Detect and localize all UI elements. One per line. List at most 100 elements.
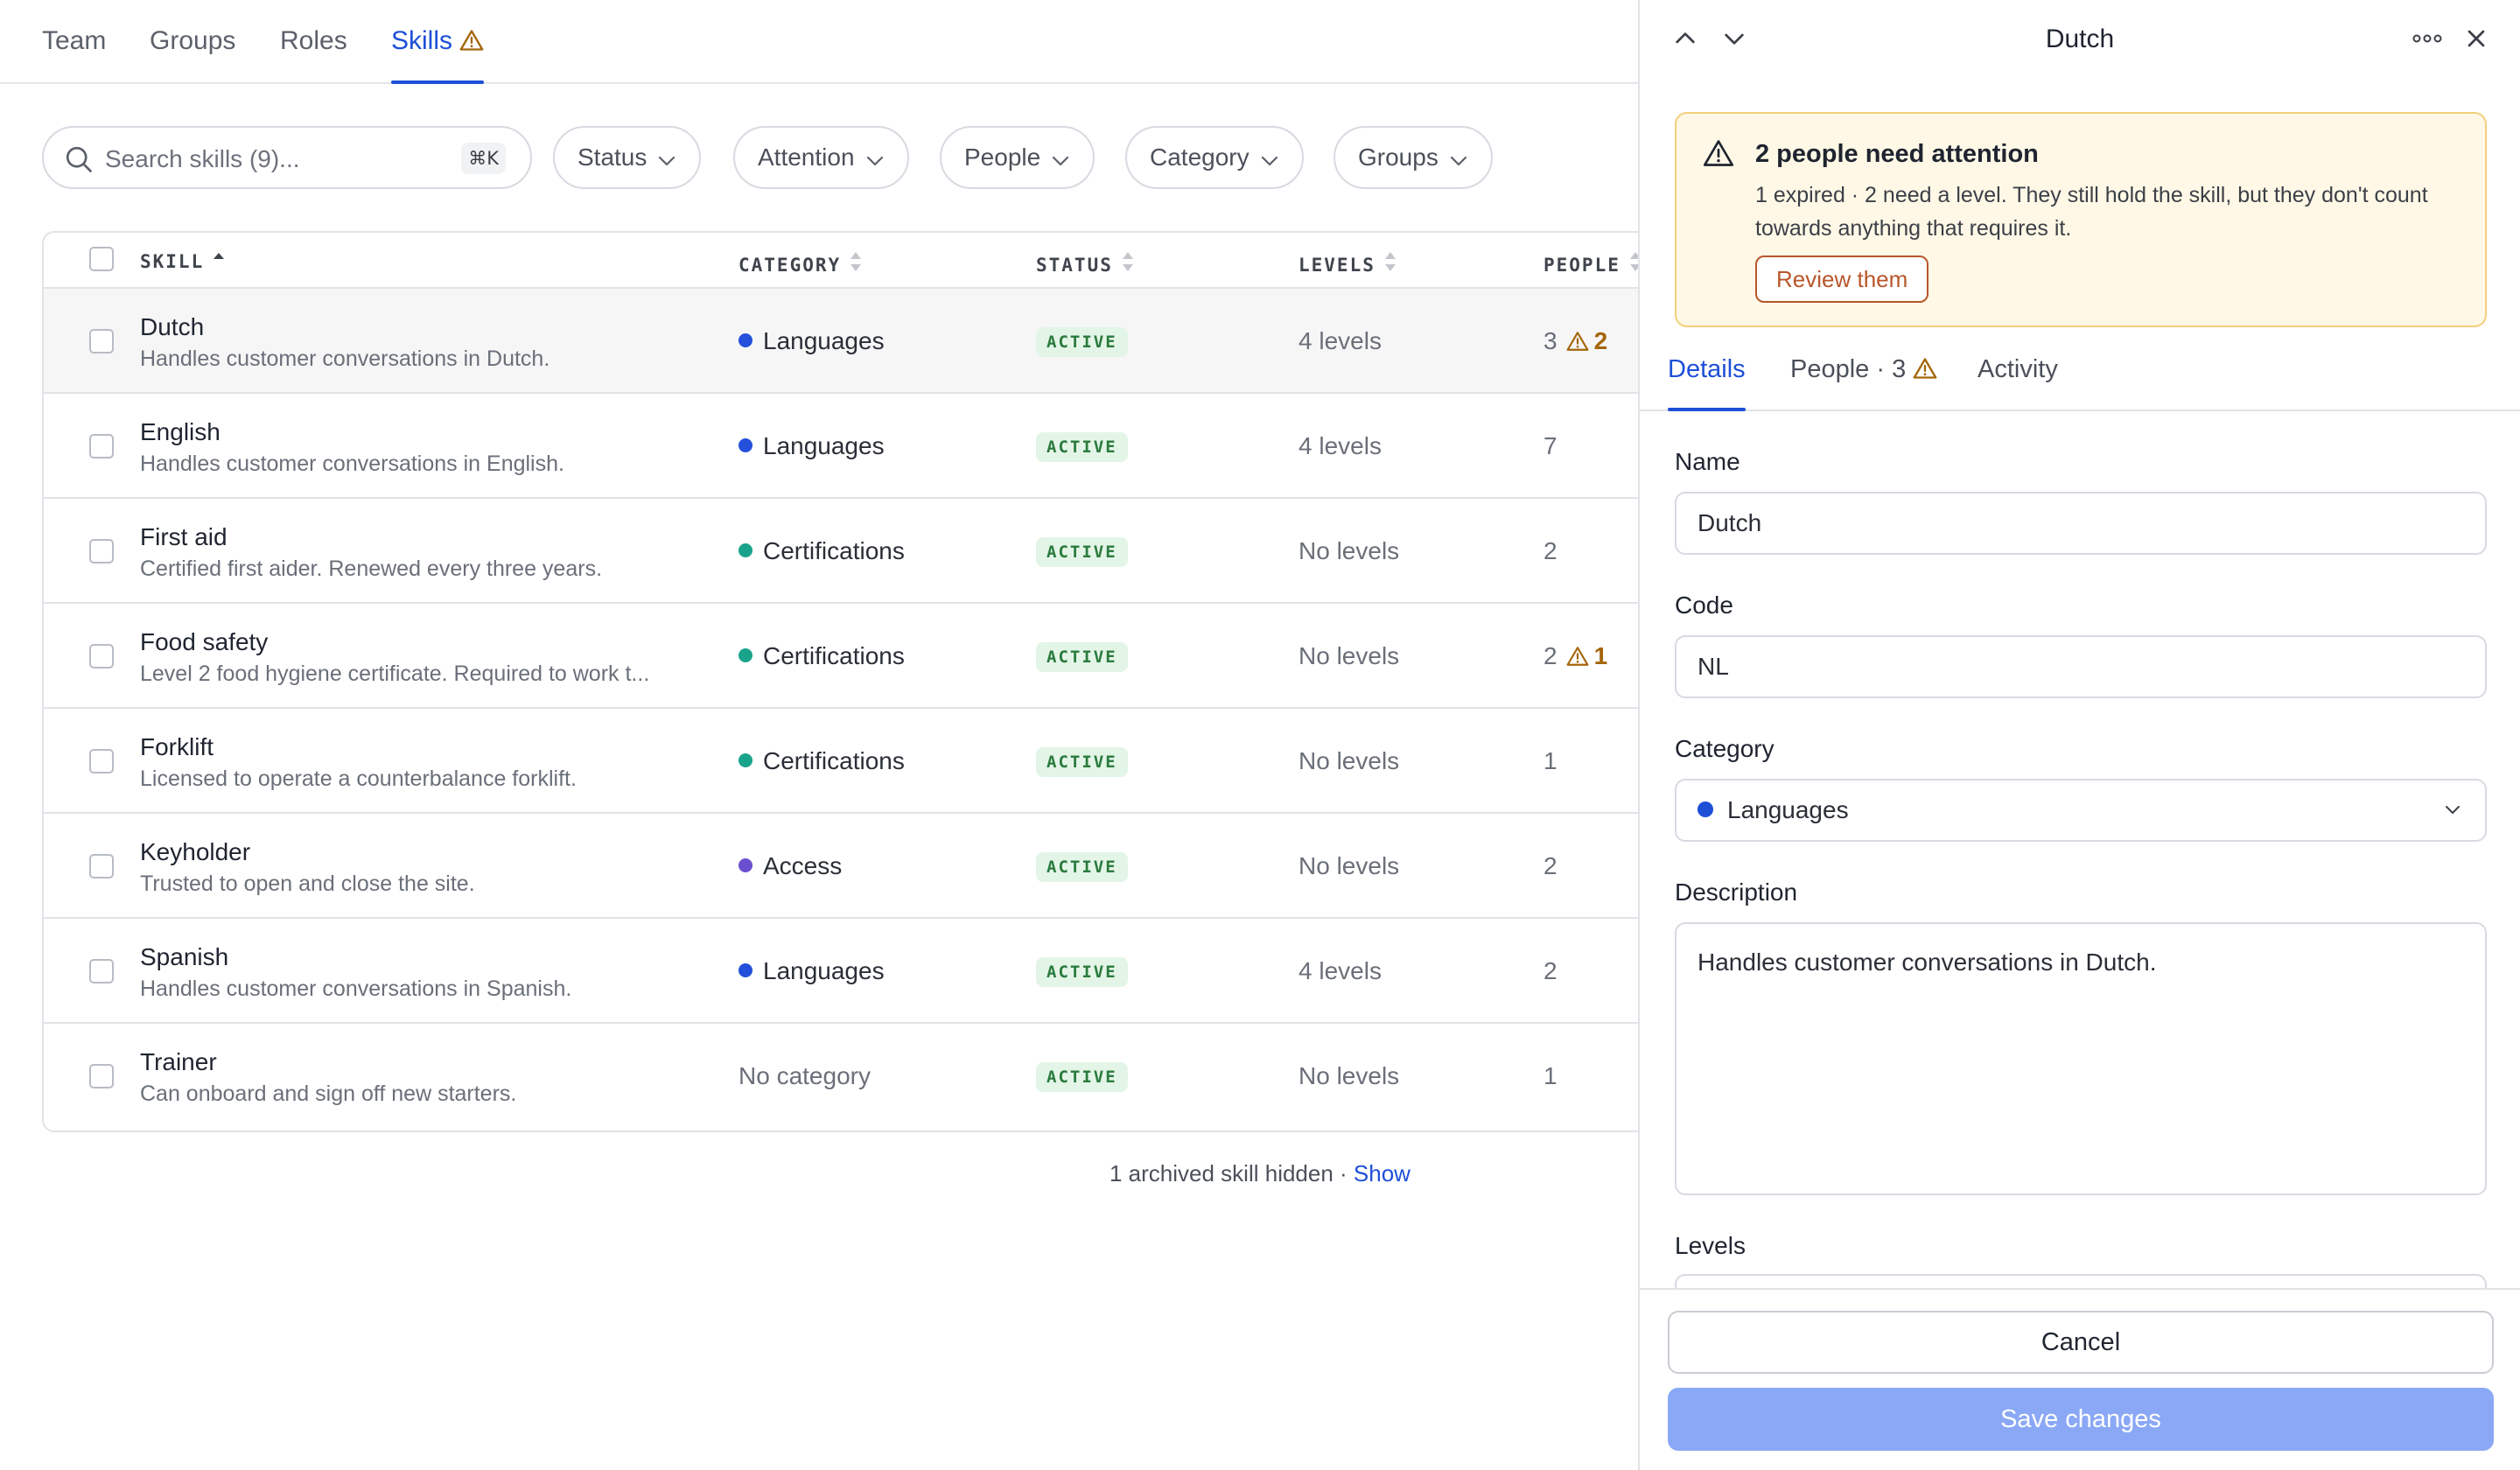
skills-main: Team Groups Roles Skills Search skills (… — [0, 0, 1638, 1470]
skill-name: English — [140, 418, 220, 445]
skill-description: Level 2 food hygiene certificate. Requir… — [140, 662, 650, 686]
row-checkbox[interactable] — [89, 644, 114, 668]
column-header-status[interactable]: STATUS — [1036, 250, 1136, 276]
table-row[interactable]: English Handles customer conversations i… — [44, 394, 1638, 499]
chevron-down-icon — [1261, 156, 1278, 166]
panel-tabs: Details People · 3 Activity — [1640, 350, 2520, 411]
tab-details[interactable]: Details — [1668, 355, 1746, 411]
show-archived-link[interactable]: Show — [1354, 1160, 1410, 1186]
table-row[interactable]: Spanish Handles customer conversations i… — [44, 919, 1638, 1024]
row-checkbox[interactable] — [89, 1064, 114, 1088]
chevron-down-icon — [659, 156, 676, 166]
name-label: Name — [1675, 448, 1740, 475]
filter-people[interactable]: People — [940, 126, 1096, 189]
search-input[interactable]: Search skills (9)... ⌘K — [42, 126, 532, 189]
status-badge: ACTIVE — [1036, 1062, 1128, 1092]
table-row[interactable]: First aid Certified first aider. Renewed… — [44, 499, 1638, 604]
warning-icon — [1913, 358, 1937, 379]
category-cell: Languages — [738, 327, 885, 355]
filter-groups[interactable]: Groups — [1334, 126, 1493, 189]
warning-icon — [1566, 647, 1589, 666]
panel-footer: Cancel Save changes — [1640, 1288, 2520, 1470]
people-cell: 32 — [1544, 327, 1608, 354]
status-badge: ACTIVE — [1036, 327, 1128, 357]
warning-icon — [1566, 332, 1589, 351]
alert-text: 1 expired · 2 need a level. They still h… — [1755, 183, 2428, 241]
row-checkbox[interactable] — [89, 434, 114, 458]
select-all-checkbox[interactable] — [89, 247, 114, 271]
cancel-button[interactable]: Cancel — [1668, 1311, 2494, 1374]
levels-cell: 4 levels — [1298, 327, 1382, 354]
search-placeholder: Search skills (9)... — [105, 145, 300, 172]
category-select[interactable]: Languages — [1675, 779, 2487, 842]
column-header-skill[interactable]: SKILL — [140, 250, 227, 272]
save-changes-button[interactable]: Save changes — [1668, 1388, 2494, 1451]
levels-label: Levels — [1675, 1232, 1746, 1259]
warning-icon — [1703, 140, 1734, 166]
chevron-down-icon — [866, 156, 883, 166]
chevron-down-icon — [1053, 156, 1069, 166]
tab-roles[interactable]: Roles — [280, 26, 347, 84]
levels-cell: 4 levels — [1298, 432, 1382, 459]
row-checkbox[interactable] — [89, 749, 114, 774]
filter-attention[interactable]: Attention — [733, 126, 909, 189]
top-nav: Team Groups Roles Skills — [0, 0, 1638, 84]
table-row[interactable]: Forklift Licensed to operate a counterba… — [44, 709, 1638, 814]
filter-status[interactable]: Status — [553, 126, 702, 189]
table-row[interactable]: Food safety Level 2 food hygiene certifi… — [44, 604, 1638, 709]
skill-name: Keyholder — [140, 838, 251, 865]
review-them-button[interactable]: Review them — [1755, 256, 1929, 303]
panel-header: Dutch — [1640, 0, 2520, 77]
tab-skills[interactable]: Skills — [391, 26, 485, 84]
category-dot — [738, 858, 752, 872]
tab-groups[interactable]: Groups — [150, 26, 235, 84]
category-cell: Languages — [738, 432, 885, 460]
panel-title: Dutch — [2045, 24, 2115, 53]
table-row[interactable]: Dutch Handles customer conversations in … — [44, 289, 1638, 394]
category-dot — [738, 333, 752, 347]
attention-count: 2 — [1566, 327, 1607, 354]
row-checkbox[interactable] — [89, 854, 114, 878]
name-field[interactable]: Dutch — [1675, 492, 2487, 555]
levels-cell: No levels — [1298, 537, 1400, 564]
status-badge: ACTIVE — [1036, 747, 1128, 777]
skill-name: First aid — [140, 523, 228, 550]
table-row[interactable]: Keyholder Trusted to open and close the … — [44, 814, 1638, 919]
row-checkbox[interactable] — [89, 539, 114, 564]
description-textarea[interactable]: Handles customer conversations in Dutch. — [1675, 922, 2487, 1195]
tab-people[interactable]: People · 3 — [1790, 355, 1937, 411]
sort-icon — [1122, 252, 1133, 271]
filter-category[interactable]: Category — [1125, 126, 1304, 189]
category-cell: Languages — [738, 957, 885, 985]
more-icon[interactable] — [2410, 28, 2445, 49]
column-header-category[interactable]: CATEGORY — [738, 250, 864, 276]
close-icon[interactable] — [2462, 24, 2490, 52]
table-row[interactable]: Trainer Can onboard and sign off new sta… — [44, 1024, 1638, 1129]
alert-title: 2 people need attention — [1755, 140, 2039, 168]
category-cell: No category — [738, 1062, 871, 1089]
search-icon — [66, 146, 92, 172]
people-cell: 2 — [1544, 537, 1558, 564]
table-header: SKILL CATEGORY STATUS LEVELS PEOPLE — [44, 233, 1638, 289]
tab-activity[interactable]: Activity — [1978, 355, 2058, 411]
row-checkbox[interactable] — [89, 329, 114, 354]
skills-table: SKILL CATEGORY STATUS LEVELS PEOPLE Dutc… — [42, 231, 1638, 1132]
skill-description: Licensed to operate a counterbalance for… — [140, 766, 577, 791]
category-cell: Certifications — [738, 747, 905, 775]
category-dot — [738, 543, 752, 557]
row-checkbox[interactable] — [89, 959, 114, 984]
levels-cell: No levels — [1298, 1062, 1400, 1089]
skill-detail-panel: Dutch 2 people need attention 1 expired … — [1638, 0, 2520, 1470]
skill-description: Trusted to open and close the site. — [140, 872, 475, 896]
category-cell: Certifications — [738, 537, 905, 565]
column-header-levels[interactable]: LEVELS — [1298, 250, 1398, 276]
filter-bar: Search skills (9)... ⌘K Status Attention… — [42, 126, 1617, 189]
skill-name: Food safety — [140, 628, 269, 655]
code-field[interactable]: NL — [1675, 635, 2487, 698]
column-header-people[interactable]: PEOPLE — [1544, 250, 1638, 276]
archived-notice: 1 archived skill hidden · Show — [1110, 1160, 1410, 1186]
category-dot — [1698, 802, 1713, 817]
tab-team[interactable]: Team — [42, 26, 106, 84]
description-label: Description — [1675, 878, 1798, 906]
warning-icon — [459, 30, 484, 51]
